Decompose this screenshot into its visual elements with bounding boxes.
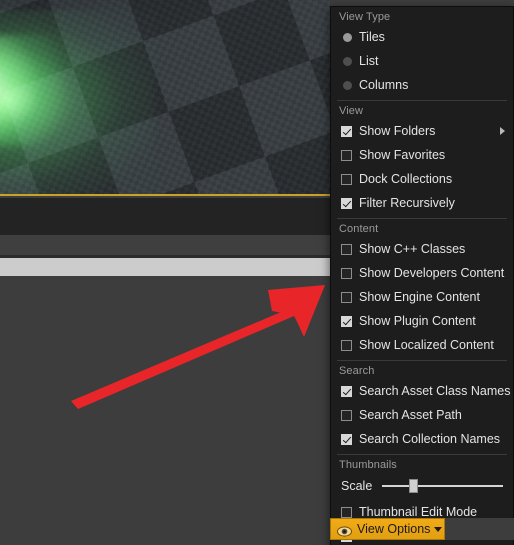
menu-item-label: Tiles — [359, 30, 385, 44]
checkbox-icon[interactable] — [341, 506, 352, 518]
checkbox-icon[interactable] — [341, 125, 352, 137]
checkbox-icon[interactable] — [341, 339, 352, 351]
toolbar-filler — [445, 518, 514, 540]
checkbox-icon[interactable] — [341, 315, 352, 327]
viewport-green-light-core — [0, 35, 65, 145]
menu-item-label: Search Asset Path — [359, 408, 462, 422]
menu-item-show-favorites[interactable]: Show Favorites — [331, 143, 513, 167]
radio-icon — [343, 56, 352, 66]
section-header-thumbnails: Thumbnails — [339, 459, 397, 471]
menu-item-list[interactable]: List — [331, 49, 513, 73]
menu-item-label: Columns — [359, 78, 409, 92]
menu-item-label: Search Asset Class Names — [359, 384, 511, 398]
section-header-view-type: View Type — [339, 11, 391, 23]
menu-item-search-asset-class-names[interactable]: Search Asset Class Names — [331, 379, 513, 403]
menu-item-label: Show Engine Content — [359, 290, 480, 304]
thumbnail-scale-row[interactable]: Scale — [331, 473, 513, 500]
chevron-right-icon — [500, 127, 505, 135]
menu-item-show-engine-content[interactable]: Show Engine Content — [331, 285, 513, 309]
radio-icon — [343, 32, 352, 42]
thumbnail-scale-slider[interactable] — [382, 479, 503, 493]
menu-item-label: Show Plugin Content — [359, 314, 476, 328]
eye-icon — [337, 524, 352, 537]
toolbar-strip-dark — [0, 198, 330, 235]
menu-item-search-collection-names[interactable]: Search Collection Names — [331, 427, 513, 451]
checkbox-icon[interactable] — [341, 385, 352, 397]
checkbox-icon[interactable] — [341, 173, 352, 185]
menu-item-label: Show Localized Content — [359, 338, 494, 352]
menu-item-label: Show C++ Classes — [359, 242, 466, 256]
level-viewport[interactable] — [0, 0, 330, 196]
section-header-search: Search — [339, 365, 375, 377]
checkbox-icon[interactable] — [341, 433, 352, 445]
menu-item-search-asset-path[interactable]: Search Asset Path — [331, 403, 513, 427]
menu-item-label: Show Favorites — [359, 148, 446, 162]
checkbox-icon[interactable] — [341, 409, 352, 421]
checkbox-icon[interactable] — [341, 197, 352, 209]
view-options-menu[interactable]: View Type Tiles List Columns View Show F… — [330, 6, 514, 545]
panel-strip-highlight — [0, 258, 330, 276]
chevron-down-icon — [434, 526, 443, 532]
content-browser-area[interactable] — [0, 276, 330, 545]
menu-item-label: Show Folders — [359, 124, 436, 138]
checkbox-icon[interactable] — [341, 291, 352, 303]
menu-item-columns[interactable]: Columns — [331, 73, 513, 97]
screenshot-root: ors ail View Type Tiles List Columns Vie… — [0, 0, 514, 545]
menu-item-label: Search Collection Names — [359, 432, 501, 446]
menu-item-show-cpp-classes[interactable]: Show C++ Classes — [331, 237, 513, 261]
menu-item-dock-collections[interactable]: Dock Collections — [331, 167, 513, 191]
section-header-view: View — [339, 105, 364, 117]
menu-item-tiles[interactable]: Tiles — [331, 25, 513, 49]
menu-item-label: Dock Collections — [359, 172, 453, 186]
view-options-label: View Options — [357, 522, 431, 536]
menu-item-label: Thumbnail Edit Mode — [359, 505, 478, 519]
view-options-button[interactable]: View Options — [330, 518, 445, 540]
slider-thumb[interactable] — [408, 479, 418, 493]
menu-item-show-folders[interactable]: Show Folders — [331, 119, 513, 143]
scale-label: Scale — [341, 479, 373, 493]
radio-icon — [343, 80, 352, 90]
checkbox-icon[interactable] — [341, 267, 352, 279]
menu-item-label: Filter Recursively — [359, 196, 455, 210]
menu-item-show-plugin-content[interactable]: Show Plugin Content — [331, 309, 513, 333]
viewport-accent-border — [0, 194, 330, 196]
menu-item-label: Show Developers Content — [359, 266, 505, 280]
section-header-content: Content — [339, 223, 379, 235]
panel-strip-mid — [0, 235, 330, 257]
slider-track — [382, 485, 503, 487]
checkbox-icon[interactable] — [341, 243, 352, 255]
menu-item-label: List — [359, 54, 379, 68]
menu-item-show-localized-content[interactable]: Show Localized Content — [331, 333, 513, 357]
menu-item-show-developers-content[interactable]: Show Developers Content — [331, 261, 513, 285]
checkbox-icon[interactable] — [341, 149, 352, 161]
menu-item-filter-recursively[interactable]: Filter Recursively — [331, 191, 513, 215]
